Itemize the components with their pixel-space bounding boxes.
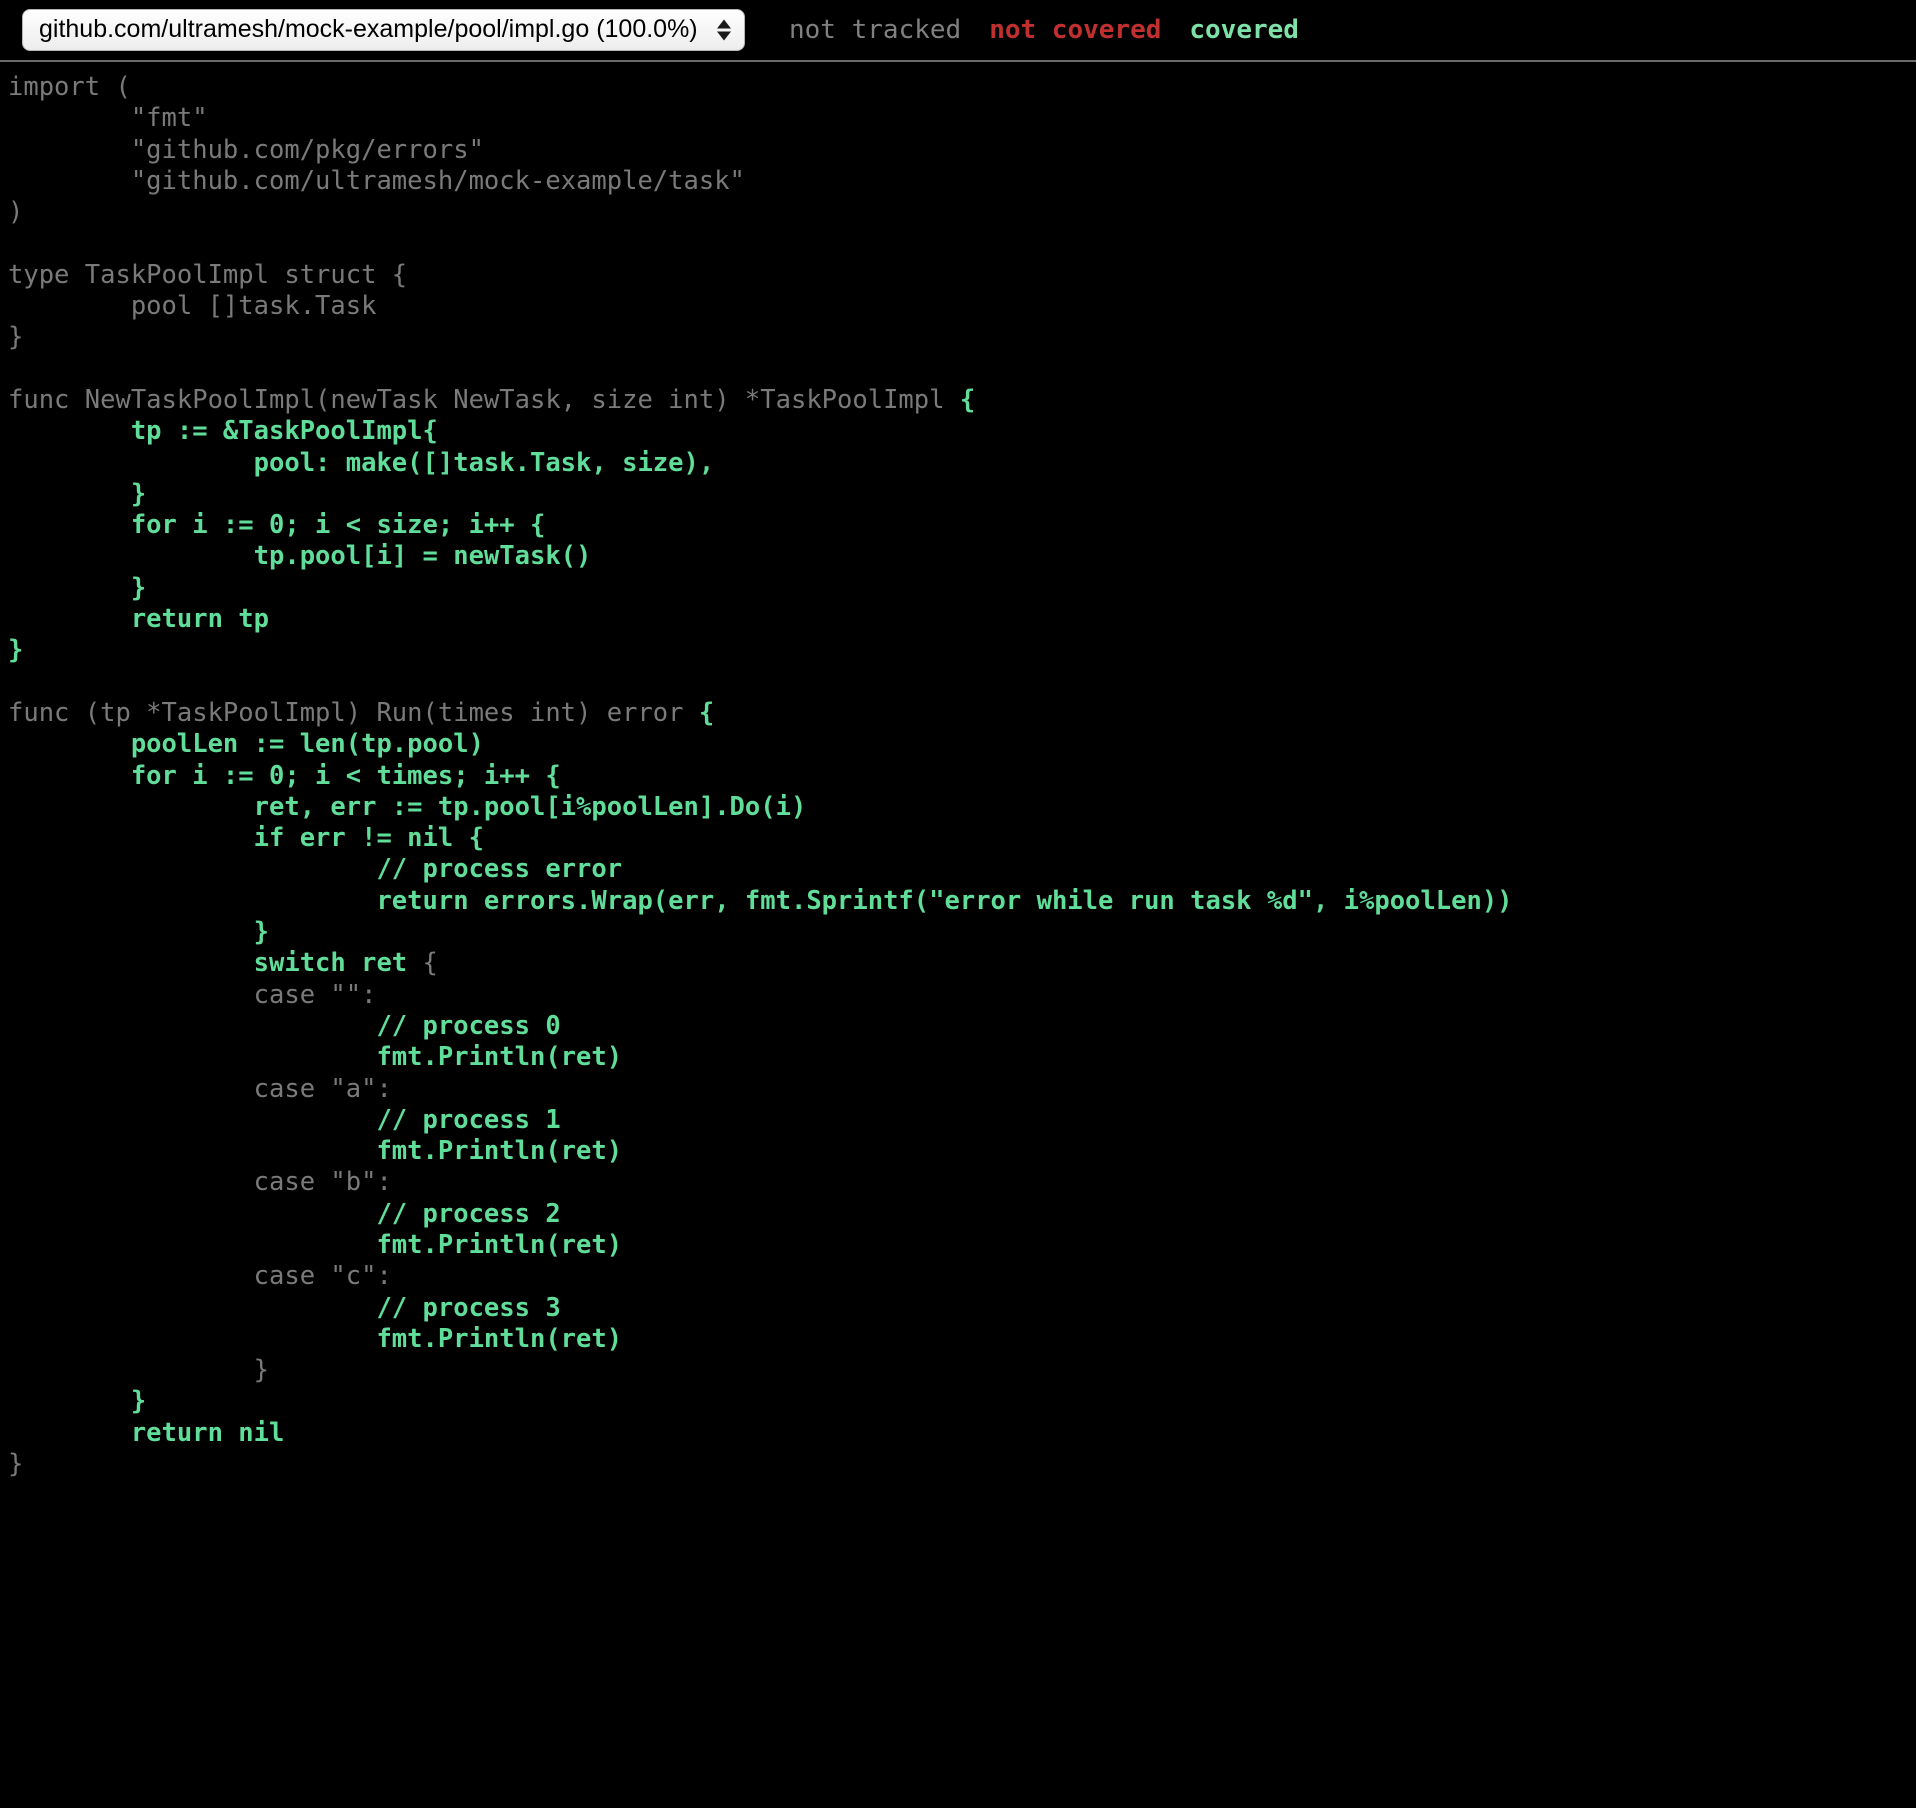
legend-not-covered: not covered [975, 15, 1175, 45]
code-segment-cov0: import ( "fmt" "github.com/pkg/errors" "… [8, 72, 960, 415]
file-select-wrapper: github.com/ultramesh/mock-example/pool/i… [22, 9, 745, 52]
code-segment-cov0: case "c": [8, 1261, 392, 1291]
code-segment-cov8: } return nil [8, 1386, 284, 1447]
code-segment-cov8: // process 0 fmt.Println(ret) [8, 1011, 622, 1072]
coverage-source-view: import ( "fmt" "github.com/pkg/errors" "… [0, 62, 1916, 1480]
file-select[interactable]: github.com/ultramesh/mock-example/pool/i… [22, 9, 745, 52]
code-segment-cov0: func (tp *TaskPoolImpl) Run(times int) e… [8, 698, 699, 728]
code-segment-cov0: } [8, 1355, 269, 1385]
file-selector-area: github.com/ultramesh/mock-example/pool/i… [0, 9, 745, 52]
code-segment-cov8: // process 1 fmt.Println(ret) [8, 1105, 622, 1166]
legend-covered: covered [1175, 15, 1313, 45]
code-segment-cov8: { tp := &TaskPoolImpl{ pool: make([]task… [8, 385, 975, 665]
legend-not-tracked: not tracked [775, 15, 975, 45]
coverage-legend: not tracked not covered covered [775, 15, 1313, 45]
code-segment-cov0: case "a": [8, 1074, 392, 1104]
code-segment-cov0: } [8, 1449, 23, 1479]
code-segment-cov0: case "b": [8, 1167, 392, 1197]
code-segment-cov8: // process 3 fmt.Println(ret) [8, 1293, 622, 1354]
code-segment-cov8: switch ret [8, 948, 423, 978]
coverage-toolbar: github.com/ultramesh/mock-example/pool/i… [0, 0, 1916, 62]
code-segment-cov8: // process 2 fmt.Println(ret) [8, 1199, 622, 1260]
